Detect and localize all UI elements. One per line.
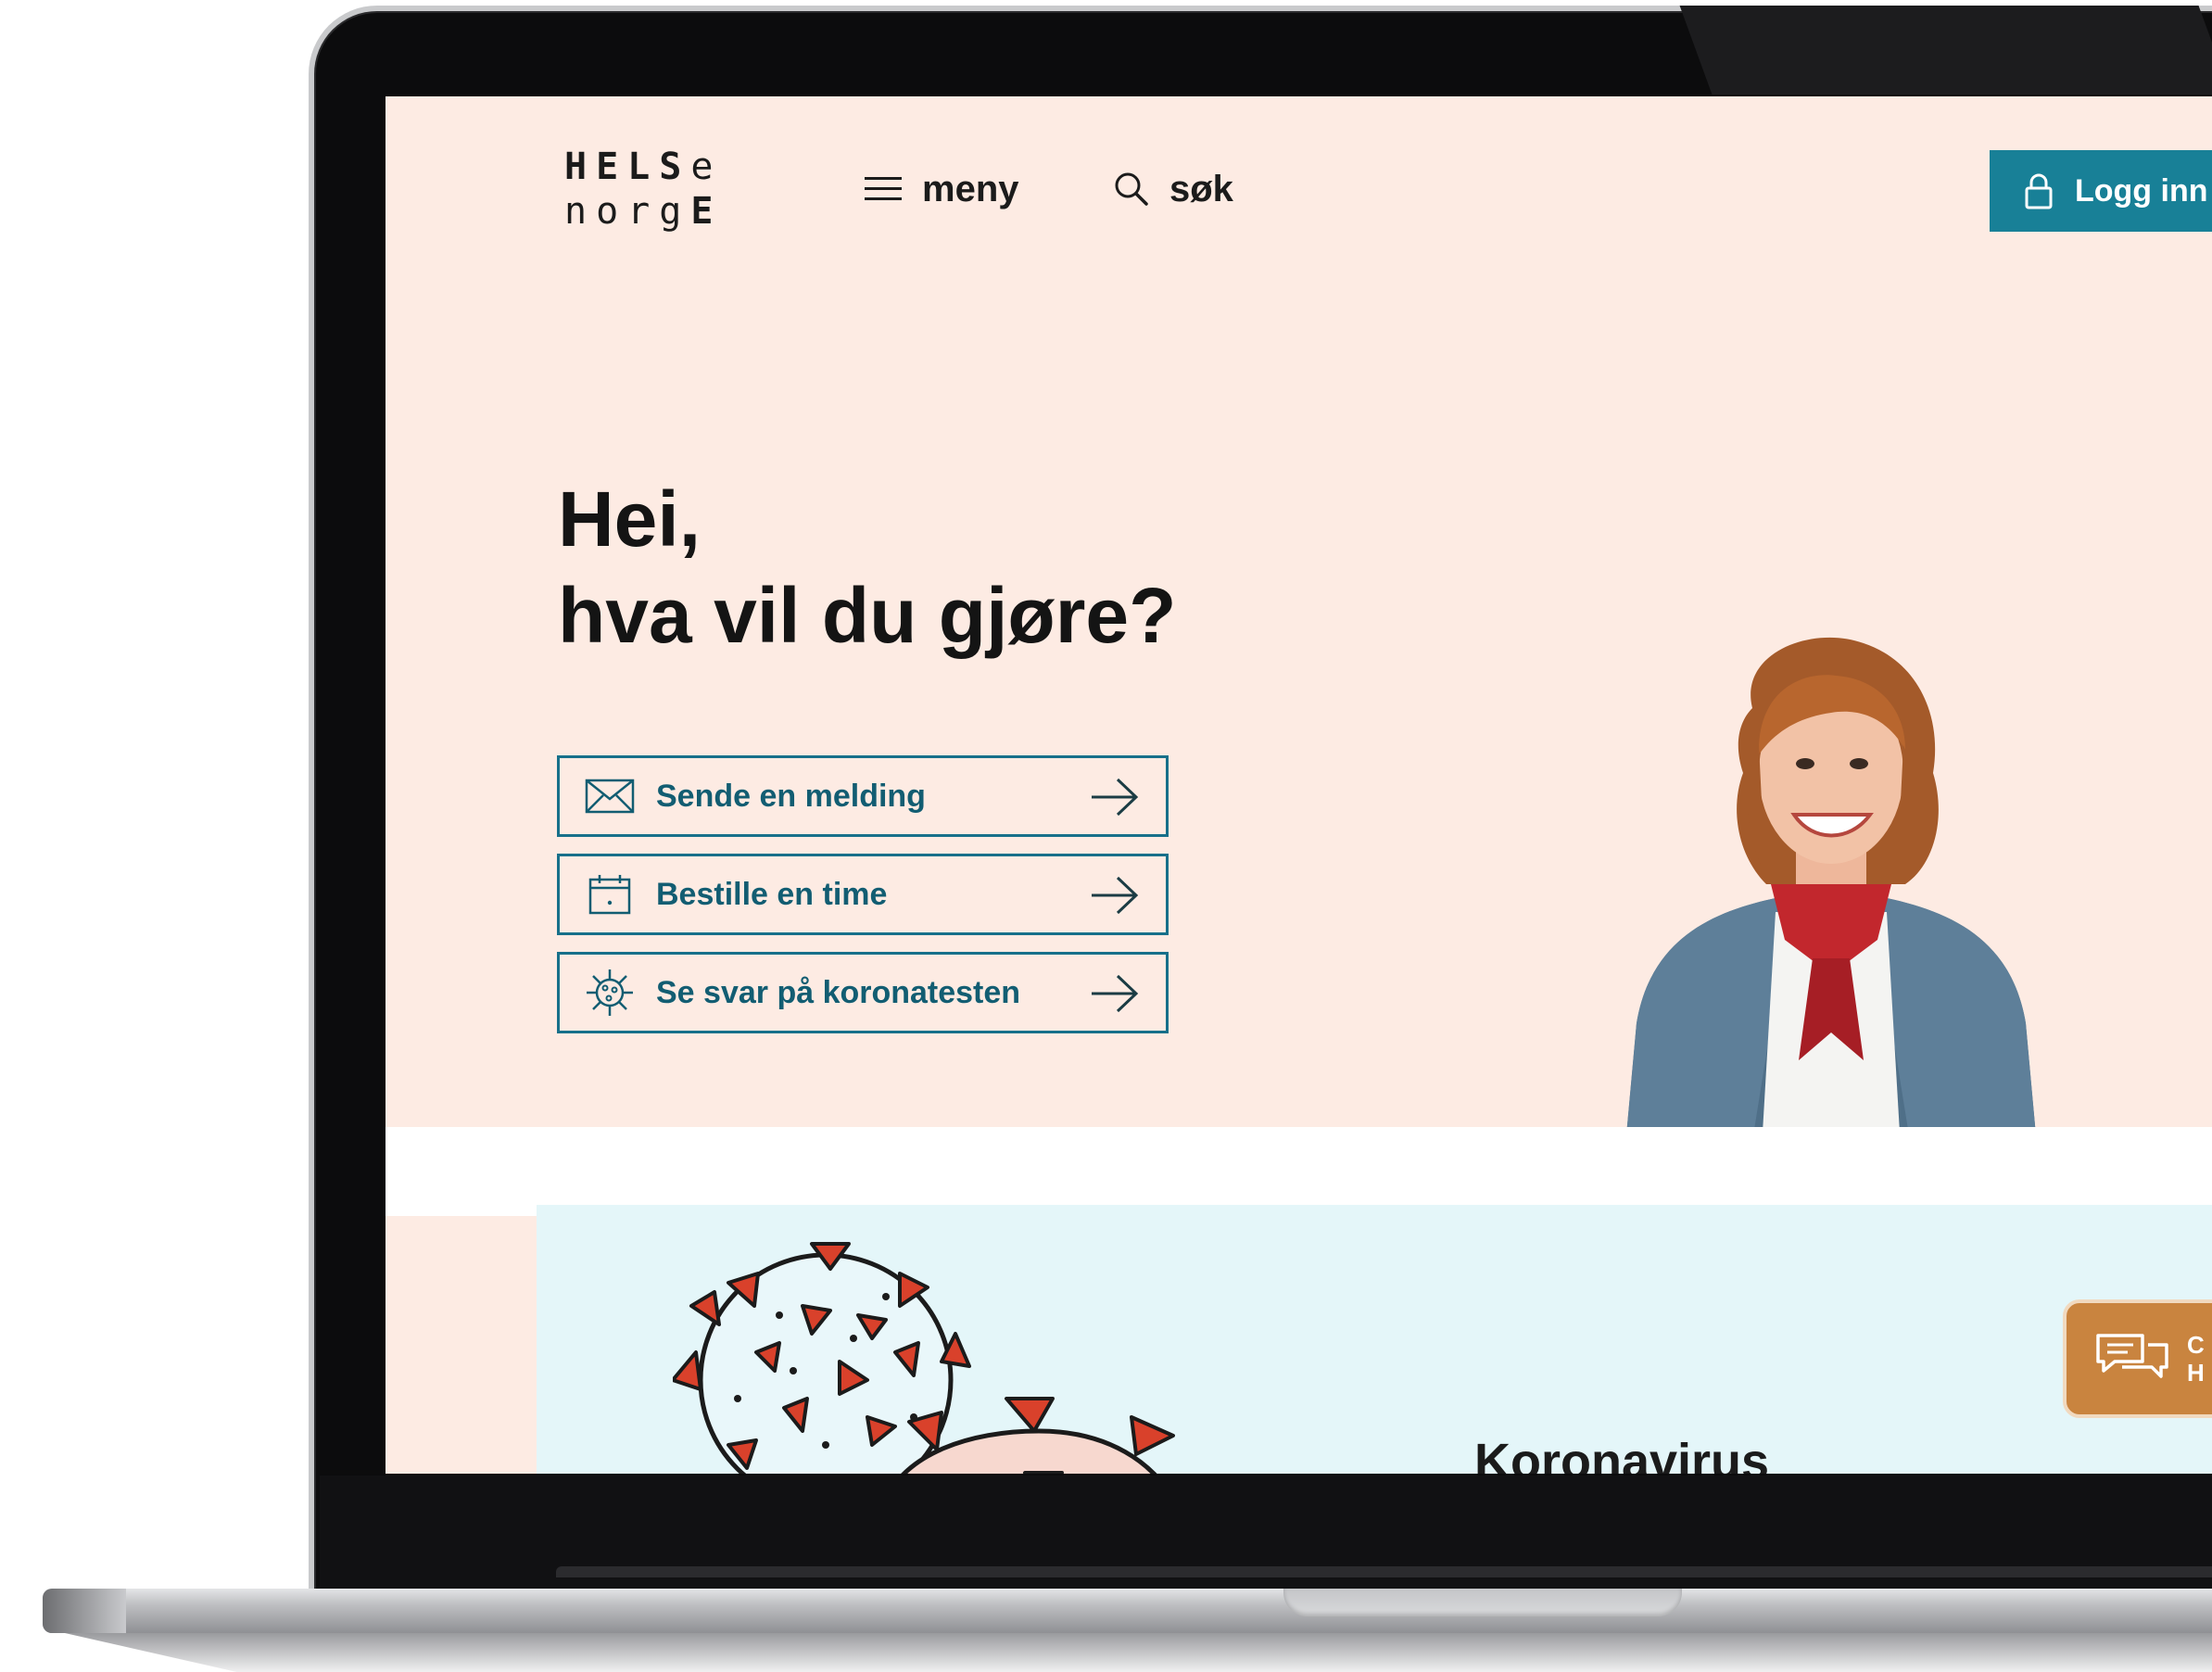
laptop-base-shadow [65, 1633, 2212, 1672]
arrow-right-icon [1092, 974, 1139, 1013]
chat-label: CH [2187, 1331, 2205, 1387]
chat-label-line: C [2187, 1331, 2205, 1359]
virus-icon [587, 969, 633, 1016]
section-divider [386, 1127, 2212, 1216]
action-label: Bestille en time [656, 876, 888, 912]
action-label: Se svar på koronatesten [656, 974, 1021, 1010]
coronavirus-illustration [673, 1242, 1175, 1474]
laptop-hinge [556, 1566, 2212, 1577]
book-appointment-button[interactable]: Bestille en time [557, 854, 1169, 935]
hero-title: Hei, hva vil du gjøre? [558, 471, 1176, 664]
laptop-base-edge [43, 1589, 126, 1633]
search-label: søk [1169, 168, 1233, 209]
helsenorge-logo[interactable]: HELSe norgE [564, 145, 768, 234]
laptop-base [43, 1589, 2212, 1633]
search-button[interactable]: søk [1114, 161, 1233, 217]
search-icon [1115, 172, 1148, 206]
calendar-icon [588, 875, 631, 915]
lid-glare [1679, 6, 2212, 95]
logo-text-part: e [690, 146, 723, 188]
menu-label: meny [922, 168, 1019, 209]
chat-label-line: H [2187, 1359, 2205, 1387]
lock-icon [2025, 173, 2053, 209]
menu-button[interactable]: meny [865, 161, 1019, 217]
hamburger-icon [865, 177, 902, 200]
browser-viewport: HELSe norgE meny søk Logg inn Hei, hva v… [386, 96, 2212, 1474]
arrow-right-icon [1092, 778, 1139, 817]
action-label: Sende en melding [656, 778, 926, 814]
logo-text-part: E [690, 190, 723, 233]
chat-button[interactable]: CH [2063, 1299, 2212, 1418]
covid-test-result-button[interactable]: Se svar på koronatesten [557, 952, 1169, 1033]
chat-bubbles-icon [2096, 1334, 2168, 1378]
login-label: Logg inn [2075, 172, 2208, 209]
hero-title-line: Hei, [558, 475, 702, 563]
arrow-right-icon [1092, 876, 1139, 915]
hero-title-line: hva vil du gjøre? [558, 572, 1177, 659]
covid-heading: Koronavirus [1474, 1434, 1770, 1474]
logo-text-part: HELS [564, 146, 691, 188]
send-message-button[interactable]: Sende en melding [557, 755, 1169, 837]
envelope-icon [585, 779, 635, 814]
logo-text-part: norg [564, 190, 691, 233]
laptop-opening-notch [1283, 1589, 1682, 1616]
login-button[interactable]: Logg inn [1990, 150, 2212, 232]
